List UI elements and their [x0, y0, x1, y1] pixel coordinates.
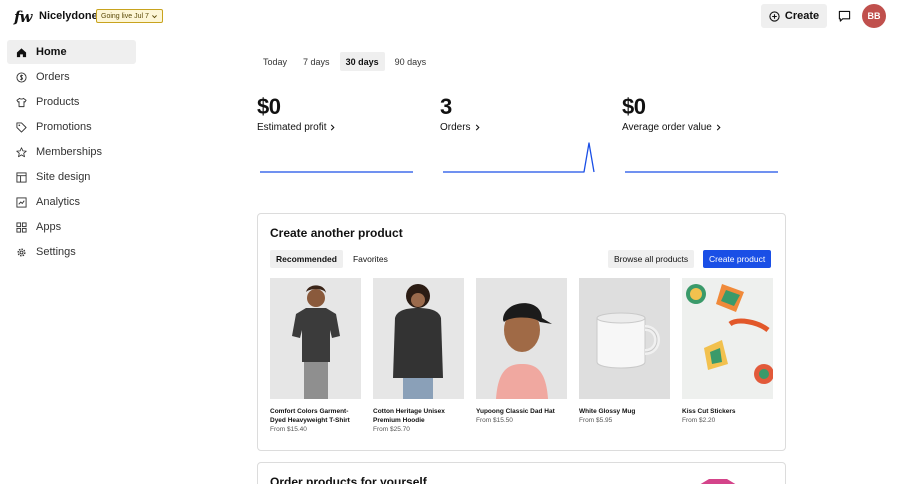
sidebar-item-site-design[interactable]: Site design — [7, 165, 136, 189]
order-products-card: Order products for yourself — [257, 462, 786, 484]
product-name: Kiss Cut Stickers — [682, 408, 736, 415]
sparkline-aov — [625, 171, 778, 173]
sidebar-item-label: Apps — [36, 221, 62, 233]
sidebar-item-label: Promotions — [36, 121, 92, 133]
layout-icon — [16, 171, 27, 183]
stat-label: Orders — [440, 122, 471, 133]
sidebar-item-home[interactable]: Home — [7, 40, 136, 64]
tab-90-days[interactable]: 90 days — [389, 52, 433, 71]
home-icon — [16, 47, 27, 58]
sidebar-item-label: Settings — [36, 246, 76, 258]
shirt-icon — [16, 97, 27, 108]
product-price: From $25.70 — [373, 426, 410, 433]
sidebar-item-label: Products — [36, 96, 80, 108]
stat-link-orders[interactable]: Orders — [440, 122, 600, 133]
chevron-right-icon — [475, 124, 480, 131]
stat-value: 3 — [440, 94, 452, 119]
stat-value: $0 — [257, 94, 281, 119]
product-image-hoodie — [373, 278, 464, 399]
sidebar-item-analytics[interactable]: Analytics — [7, 190, 136, 214]
sidebar-item-label: Site design — [36, 171, 91, 183]
going-live-badge[interactable]: Going live Jul 7 — [96, 9, 163, 23]
product-price: From $15.50 — [476, 417, 513, 424]
stat-value: $0 — [622, 94, 646, 119]
product-tile[interactable]: Kiss Cut Stickers From $2.20 — [682, 278, 773, 433]
tab-7-days[interactable]: 7 days — [297, 52, 336, 71]
product-tile[interactable]: White Glossy Mug From $5.95 — [579, 278, 670, 433]
stat-average-order-value: $0 Average order value — [622, 94, 782, 133]
tab-today[interactable]: Today — [257, 52, 293, 71]
stat-estimated-profit: $0 Estimated profit — [257, 94, 417, 133]
plus-circle-icon — [769, 10, 780, 22]
product-name: White Glossy Mug — [579, 408, 636, 415]
sidebar-item-products[interactable]: Products — [7, 90, 136, 114]
sparkline-orders — [443, 142, 595, 173]
star-icon — [16, 146, 27, 158]
create-product-card: Create another product Recommended Favor… — [257, 213, 786, 451]
create-button[interactable]: Create — [761, 4, 827, 28]
gear-icon — [16, 247, 27, 258]
sidebar-item-orders[interactable]: Orders — [7, 65, 136, 89]
going-live-label: Going live Jul 7 — [101, 12, 149, 20]
product-image-tshirt — [270, 278, 361, 399]
product-image-hat — [476, 278, 567, 399]
product-name: Comfort Colors Garment-Dyed Heavyweight … — [270, 408, 350, 424]
product-tile[interactable]: Comfort Colors Garment-Dyed Heavyweight … — [270, 278, 361, 433]
chevron-right-icon — [716, 124, 721, 131]
product-image-stickers — [682, 278, 773, 399]
product-tile[interactable]: Yupoong Classic Dad Hat From $15.50 — [476, 278, 567, 433]
grid-icon — [16, 221, 27, 233]
period-tabs: Today 7 days 30 days 90 days — [257, 52, 432, 71]
brand-logo[interactable]: fw — [14, 8, 32, 26]
messages-button[interactable] — [836, 8, 852, 24]
stat-label: Estimated profit — [257, 122, 327, 133]
create-button-label: Create — [784, 10, 820, 22]
product-image-mug — [579, 278, 670, 399]
sidebar-item-promotions[interactable]: Promotions — [7, 115, 136, 139]
stat-link-estimated-profit[interactable]: Estimated profit — [257, 122, 417, 133]
product-image-shirt — [700, 479, 736, 484]
tab-recommended[interactable]: Recommended — [270, 250, 343, 268]
stat-orders: 3 Orders — [440, 94, 600, 133]
chevron-down-icon — [151, 14, 157, 18]
sidebar-item-settings[interactable]: Settings — [7, 240, 136, 264]
product-tile[interactable]: Cotton Heritage Unisex Premium Hoodie Fr… — [373, 278, 464, 433]
chart-icon — [16, 196, 27, 208]
product-price: From $5.95 — [579, 417, 613, 424]
product-tabs: Recommended Favorites — [270, 250, 394, 268]
sidebar-item-label: Orders — [36, 71, 70, 83]
sidebar-item-apps[interactable]: Apps — [7, 215, 136, 239]
tab-30-days[interactable]: 30 days — [339, 52, 385, 71]
stat-label: Average order value — [622, 122, 712, 133]
orders-icon — [16, 71, 27, 83]
sidebar-item-label: Home — [36, 46, 67, 58]
chevron-right-icon — [331, 124, 336, 131]
chat-icon — [838, 10, 850, 22]
sparkline-profit — [260, 171, 413, 173]
avatar[interactable]: BB — [862, 4, 886, 28]
tab-favorites[interactable]: Favorites — [347, 250, 394, 268]
shop-name[interactable]: Nicelydone — [39, 10, 98, 22]
card-title: Order products for yourself — [270, 475, 427, 484]
stat-link-average-order-value[interactable]: Average order value — [622, 122, 782, 133]
sidebar-item-memberships[interactable]: Memberships — [7, 140, 136, 164]
product-price: From $2.20 — [682, 417, 716, 424]
card-title: Create another product — [270, 226, 403, 240]
tag-icon — [16, 121, 27, 133]
sidebar: Home Orders Products Promotions Membersh… — [7, 40, 136, 265]
product-list: Comfort Colors Garment-Dyed Heavyweight … — [270, 278, 773, 433]
sidebar-item-label: Analytics — [36, 196, 81, 208]
product-name: Yupoong Classic Dad Hat — [476, 408, 555, 415]
sidebar-item-label: Memberships — [36, 146, 103, 158]
browse-all-products-button[interactable]: Browse all products — [608, 250, 695, 268]
product-name: Cotton Heritage Unisex Premium Hoodie — [373, 408, 445, 424]
product-price: From $15.40 — [270, 426, 307, 433]
create-product-button[interactable]: Create product — [703, 250, 772, 268]
